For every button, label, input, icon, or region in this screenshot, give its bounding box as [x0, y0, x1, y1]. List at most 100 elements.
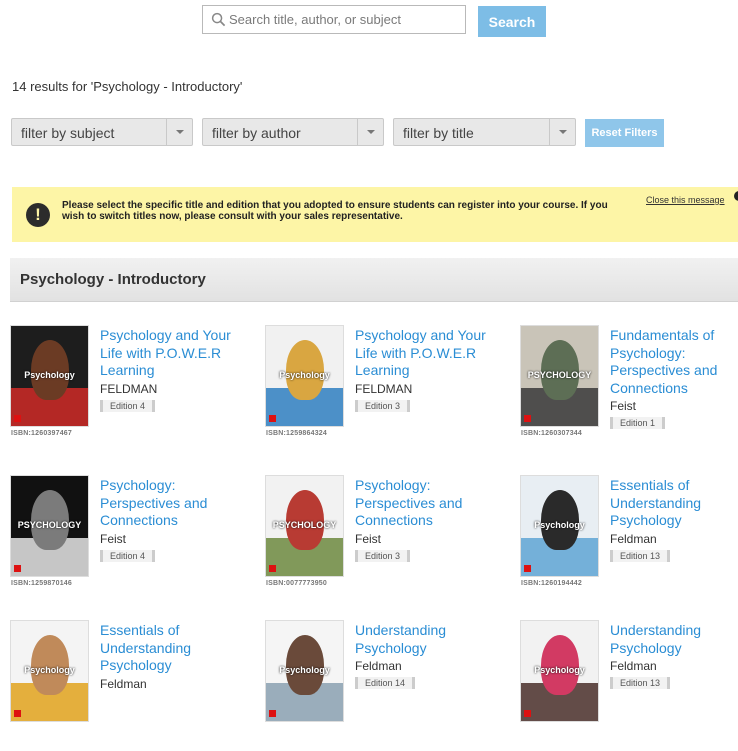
notice-text: Please select the specific title and edi…: [62, 200, 608, 222]
filter-title-caret-box: [549, 119, 575, 145]
book-card[interactable]: PSYCHOLOGY ISBN:1260307344 Fundamentals of…: [521, 326, 738, 456]
book-title-link[interactable]: Essentials of Understanding Psychology: [100, 622, 248, 675]
filter-subject-select[interactable]: filter by subject: [11, 118, 193, 146]
filter-title-label: filter by title: [403, 125, 474, 141]
chevron-down-icon: [176, 130, 184, 134]
book-isbn: ISBN:0077773950: [266, 580, 327, 587]
book-isbn: ISBN:1259870146: [11, 580, 72, 587]
book-info: Understanding Psychology Feldman Edition 1…: [355, 622, 503, 691]
book-title-link[interactable]: Psychology: Perspectives and Connections: [355, 477, 503, 530]
book-cover-image[interactable]: Psychology: [521, 476, 598, 576]
edition-badge: Edition 3: [355, 549, 411, 562]
search-input[interactable]: [229, 6, 459, 33]
cover-title-text: PSYCHOLOGY: [17, 520, 82, 530]
book-author: FELDMAN: [100, 381, 158, 396]
book-cover-image[interactable]: Psychology: [266, 326, 343, 426]
adoption-notice: ! Please select the specific title and e…: [12, 187, 738, 242]
filter-title-select[interactable]: filter by title: [393, 118, 576, 146]
publisher-logo-icon: [524, 710, 531, 717]
book-card[interactable]: Psychology Understanding Psychology Feldma…: [521, 621, 738, 751]
book-author: Feldman: [355, 659, 402, 673]
filter-subject-caret-box: [166, 119, 192, 145]
cover-title-text: Psychology: [279, 665, 330, 675]
book-info: Understanding Psychology Feldman Edition 1…: [610, 622, 738, 691]
book-card[interactable]: PSYCHOLOGY ISBN:1259870146 Psychology: Per…: [11, 476, 251, 606]
book-isbn: ISBN:1260307344: [521, 430, 582, 437]
section-title: Psychology - Introductory: [20, 271, 206, 288]
alert-icon: !: [26, 203, 50, 227]
book-info: Psychology and Your Life with P.O.W.E.R …: [355, 327, 503, 414]
chevron-down-icon: [367, 130, 375, 134]
edition-badge: Edition 13: [610, 677, 671, 689]
cover-title-text: Psychology: [24, 370, 75, 380]
cover-title-text: PSYCHOLOGY: [272, 520, 337, 530]
book-info: Psychology and Your Life with P.O.W.E.R …: [100, 327, 248, 414]
reset-filters-button[interactable]: Reset Filters: [585, 119, 664, 147]
section-header: Psychology - Introductory: [10, 258, 738, 302]
book-card[interactable]: Psychology ISBN:1260397467 Psychology and …: [11, 326, 251, 456]
book-cover-image[interactable]: Psychology: [11, 621, 88, 721]
book-info: Psychology: Perspectives and Connections…: [355, 477, 503, 564]
book-card[interactable]: Psychology ISBN:1260194442 Essentials of U…: [521, 476, 738, 606]
publisher-logo-icon: [269, 415, 276, 422]
book-isbn: ISBN:1259864324: [266, 430, 327, 437]
book-title-link[interactable]: Essentials of Understanding Psychology: [610, 477, 738, 530]
search-box[interactable]: [202, 5, 466, 34]
cover-title-text: Psychology: [534, 520, 585, 530]
results-count: 14 results for 'Psychology - Introductor…: [12, 79, 243, 94]
publisher-logo-icon: [14, 565, 21, 572]
book-title-link[interactable]: Understanding Psychology: [355, 622, 503, 657]
book-card[interactable]: PSYCHOLOGY ISBN:0077773950 Psychology: Per…: [266, 476, 506, 606]
book-author: FELDMAN: [355, 381, 413, 396]
book-title-link[interactable]: Psychology: Perspectives and Connections: [100, 477, 248, 530]
publisher-logo-icon: [14, 710, 21, 717]
book-title-link[interactable]: Psychology and Your Life with P.O.W.E.R …: [100, 327, 248, 380]
book-isbn: ISBN:1260194442: [521, 580, 582, 587]
book-title-link[interactable]: Understanding Psychology: [610, 622, 738, 657]
book-isbn: ISBN:1260397467: [11, 430, 72, 437]
cover-title-text: Psychology: [24, 665, 75, 675]
book-author: Feldman: [610, 531, 657, 546]
filter-author-label: filter by author: [212, 125, 301, 141]
filter-author-select[interactable]: filter by author: [202, 118, 384, 146]
edition-badge: Edition 4: [100, 549, 156, 562]
book-title-link[interactable]: Fundamentals of Psychology: Perspectives…: [610, 327, 738, 397]
close-message-link[interactable]: Close this message: [646, 195, 725, 205]
book-title-link[interactable]: Psychology and Your Life with P.O.W.E.R …: [355, 327, 503, 380]
edition-badge: Edition 13: [610, 549, 671, 562]
search-icon: [211, 12, 226, 27]
book-cover-image[interactable]: Psychology: [11, 326, 88, 426]
book-info: Essentials of Understanding Psychology Fe…: [100, 622, 248, 691]
cover-title-text: PSYCHOLOGY: [527, 370, 592, 380]
book-author: Feist: [100, 531, 127, 546]
book-cover-image[interactable]: PSYCHOLOGY: [521, 326, 598, 426]
book-info: Essentials of Understanding Psychology Fe…: [610, 477, 738, 564]
publisher-logo-icon: [14, 415, 21, 422]
book-cover-image[interactable]: PSYCHOLOGY: [266, 476, 343, 576]
publisher-logo-icon: [269, 565, 276, 572]
book-info: Fundamentals of Psychology: Perspectives…: [610, 327, 738, 431]
publisher-logo-icon: [269, 710, 276, 717]
book-card[interactable]: Psychology ISBN:1259864324 Psychology and …: [266, 326, 506, 456]
edition-badge: Edition 3: [355, 399, 411, 412]
book-author: Feldman: [610, 659, 657, 673]
book-cover-image[interactable]: PSYCHOLOGY: [11, 476, 88, 576]
close-icon[interactable]: [734, 191, 738, 201]
book-author: Feist: [610, 399, 637, 413]
publisher-logo-icon: [524, 565, 531, 572]
publisher-logo-icon: [524, 415, 531, 422]
book-cover-image[interactable]: Psychology: [521, 621, 598, 721]
cover-title-text: Psychology: [534, 665, 585, 675]
book-author: Feldman: [100, 676, 147, 691]
book-cover-image[interactable]: Psychology: [266, 621, 343, 721]
filter-subject-label: filter by subject: [21, 125, 115, 141]
book-card[interactable]: Psychology Understanding Psychology Feldma…: [266, 621, 506, 751]
cover-title-text: Psychology: [279, 370, 330, 380]
book-card[interactable]: Psychology Essentials of Understanding Ps…: [11, 621, 251, 751]
search-button[interactable]: Search: [478, 6, 546, 37]
edition-badge: Edition 4: [100, 399, 156, 412]
edition-badge: Edition 14: [355, 677, 416, 689]
chevron-down-icon: [559, 130, 567, 134]
book-author: Feist: [355, 531, 382, 546]
book-info: Psychology: Perspectives and Connections…: [100, 477, 248, 564]
